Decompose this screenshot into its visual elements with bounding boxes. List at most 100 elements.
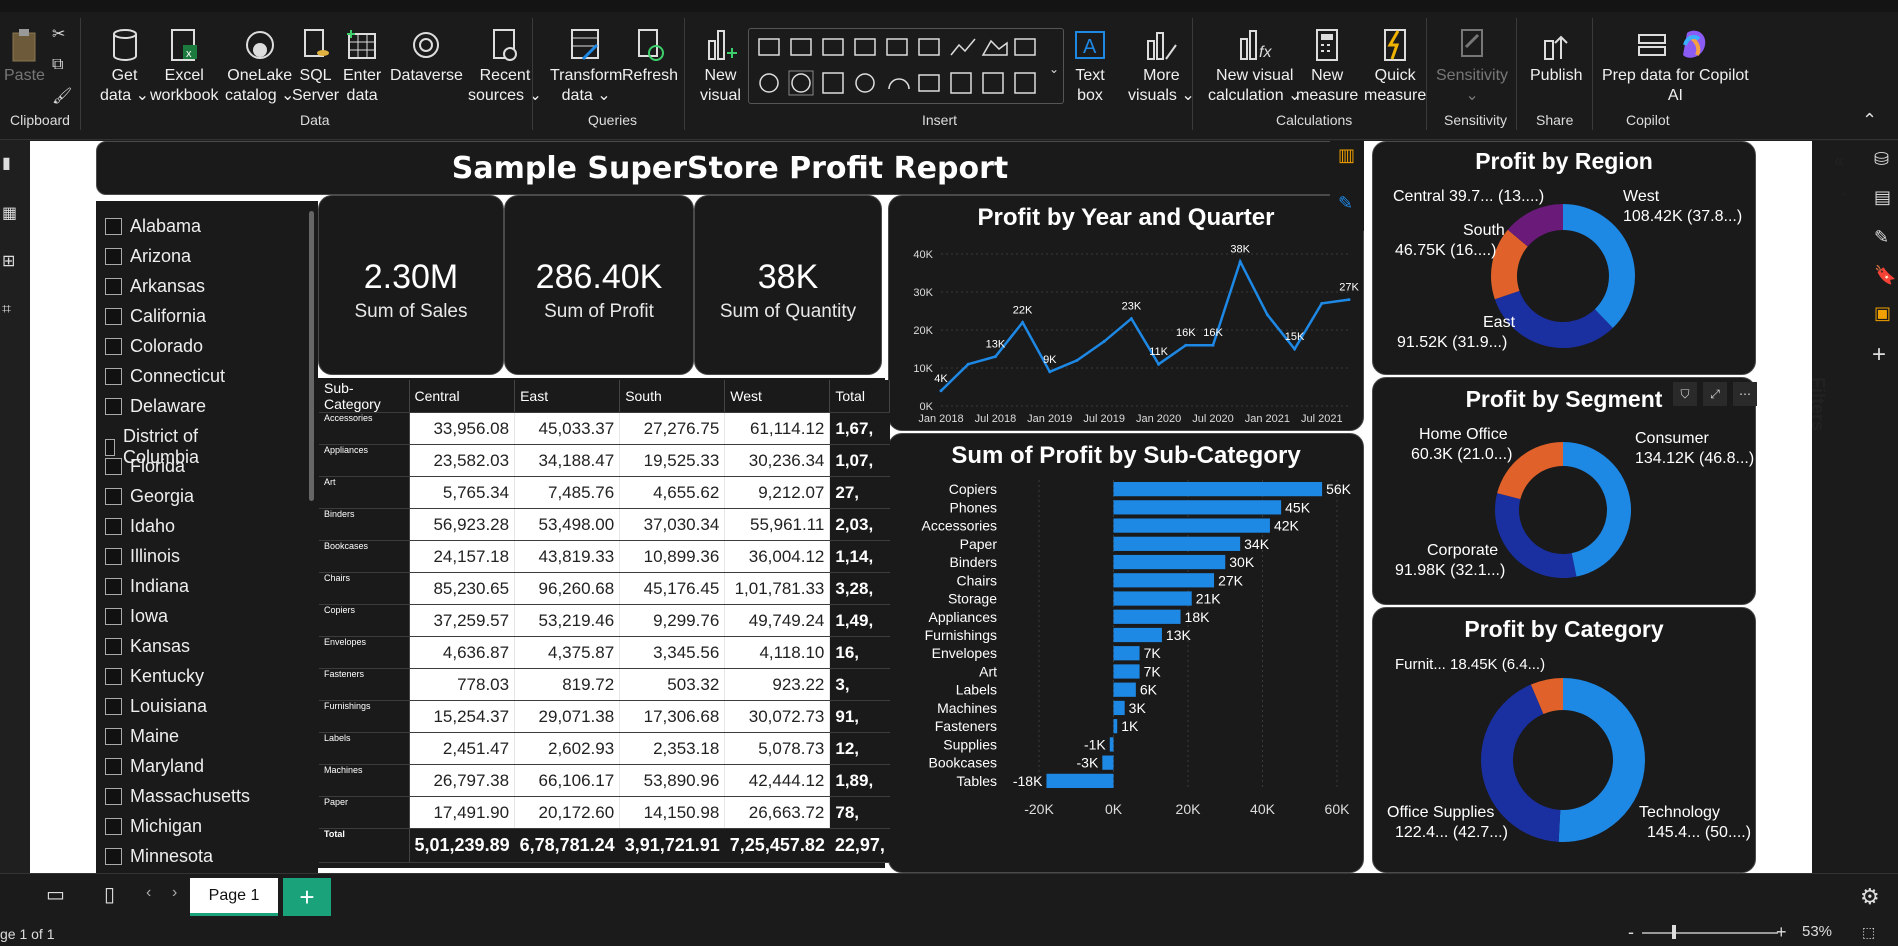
mobile-layout-icon[interactable]: ▯: [104, 882, 115, 907]
slicer-item[interactable]: Alabama: [105, 216, 201, 237]
collapse-ribbon-icon[interactable]: ⌃: [1862, 110, 1877, 131]
excel-workbook-button[interactable]: x Excel workbook: [150, 26, 218, 106]
selection-pane-icon[interactable]: ▣: [1874, 303, 1891, 324]
slicer-item[interactable]: Georgia: [105, 486, 194, 507]
slicer-item[interactable]: Colorado: [105, 336, 203, 357]
slicer-item[interactable]: Connecticut: [105, 366, 225, 387]
new-measure-button[interactable]: New measure: [1296, 26, 1358, 106]
data-pane-icon[interactable]: ⛁: [1874, 149, 1889, 170]
model-view-icon[interactable]: ⊞: [2, 251, 15, 271]
checkbox[interactable]: [105, 278, 122, 295]
collapse-filters-icon[interactable]: «: [1834, 151, 1844, 172]
onelake-button[interactable]: OneLake catalog ⌄: [225, 26, 294, 106]
chart-icon[interactable]: ▥: [1338, 145, 1355, 166]
slicer-item[interactable]: Indiana: [105, 576, 189, 597]
checkbox[interactable]: [105, 728, 122, 745]
text-box-button[interactable]: A Text box: [1072, 26, 1108, 106]
slicer-item[interactable]: Kentucky: [105, 666, 204, 687]
format-brush-icon[interactable]: ✎: [1338, 193, 1353, 214]
publish-button[interactable]: Publish: [1530, 26, 1582, 86]
checkbox[interactable]: [105, 518, 122, 535]
checkbox[interactable]: [105, 458, 122, 475]
sql-server-button[interactable]: SQL Server: [292, 26, 339, 106]
prev-page-icon[interactable]: ‹: [146, 884, 151, 902]
checkbox[interactable]: [105, 308, 122, 325]
checkbox[interactable]: [105, 788, 122, 805]
more-options-icon[interactable]: ⋯: [1733, 382, 1757, 406]
checkbox[interactable]: [105, 758, 122, 775]
filters-pane-label[interactable]: Filters: [1807, 377, 1828, 431]
slicer-item[interactable]: Florida: [105, 456, 185, 477]
checkbox[interactable]: [105, 848, 122, 865]
add-pane-icon[interactable]: +: [1872, 341, 1886, 369]
paste-button[interactable]: Paste: [4, 26, 45, 86]
slicer-item[interactable]: Massachusetts: [105, 786, 250, 807]
get-data-button[interactable]: Get data ⌄: [100, 26, 149, 106]
refresh-button[interactable]: Refresh: [622, 26, 678, 86]
checkbox[interactable]: [105, 578, 122, 595]
slice[interactable]: [1558, 678, 1646, 842]
checkbox[interactable]: [105, 668, 122, 685]
zoom-slider[interactable]: [1642, 932, 1778, 934]
bookmark-icon[interactable]: 🔖: [1874, 265, 1896, 286]
line-chart[interactable]: 0K 10K 20K 30K 40K Jan 2018 Jul 2018 Jan 2019 Ju…: [889, 234, 1365, 430]
slice[interactable]: [1563, 442, 1631, 577]
new-visual-button[interactable]: New visual: [700, 26, 741, 106]
slicer-item[interactable]: Michigan: [105, 816, 202, 837]
column-header[interactable]: South: [619, 380, 726, 413]
checkbox[interactable]: [105, 398, 122, 415]
focus-mode-icon[interactable]: ⤢: [1703, 382, 1727, 406]
format-pane-icon[interactable]: ✎: [1874, 227, 1889, 248]
checkbox[interactable]: [105, 548, 122, 565]
checkbox[interactable]: [105, 698, 122, 715]
checkbox[interactable]: [105, 488, 122, 505]
report-view-icon[interactable]: ▮: [2, 153, 11, 173]
next-page-icon[interactable]: ›: [172, 884, 177, 902]
transform-data-button[interactable]: Transform data ⌄: [550, 26, 622, 106]
table-view-icon[interactable]: ▦: [2, 203, 17, 223]
bar-chart[interactable]: -20K 0K 20K 40K 60K Copiers 56K Phones 45K Access…: [889, 472, 1365, 872]
slicer-item[interactable]: California: [105, 306, 206, 327]
visualizations-pane-icon[interactable]: ▤: [1874, 187, 1891, 208]
slicer-item[interactable]: Iowa: [105, 606, 168, 627]
new-visual-calculation-button[interactable]: fx New visual calculation ⌄: [1208, 26, 1301, 106]
sensitivity-button[interactable]: Sensitivity ⌄: [1436, 26, 1508, 106]
copy-icon[interactable]: ⧉: [52, 56, 63, 74]
recent-sources-button[interactable]: Recent sources ⌄: [468, 26, 542, 106]
slicer-item[interactable]: Maine: [105, 726, 179, 747]
more-visuals-button[interactable]: More visuals ⌄: [1128, 26, 1195, 106]
column-header[interactable]: East: [514, 380, 621, 413]
checkbox[interactable]: [105, 438, 115, 456]
zoom-thumb[interactable]: [1672, 925, 1676, 939]
checkbox[interactable]: [105, 368, 122, 385]
enter-data-button[interactable]: Enter data: [343, 26, 381, 106]
slicer-item[interactable]: Arizona: [105, 246, 191, 267]
fit-to-page-icon[interactable]: ⬚: [1862, 924, 1875, 941]
visual-gallery-icons[interactable]: ⌄: [749, 29, 1065, 105]
checkbox[interactable]: [105, 218, 122, 235]
column-header[interactable]: Central: [409, 380, 516, 413]
slicer-item[interactable]: Idaho: [105, 516, 175, 537]
slicer-item[interactable]: Illinois: [105, 546, 180, 567]
slicer-item[interactable]: Minnesota: [105, 846, 213, 867]
format-painter-icon[interactable]: 🖌: [52, 86, 72, 106]
quick-measure-button[interactable]: Quick measure: [1364, 26, 1426, 106]
slice[interactable]: [1495, 493, 1577, 578]
slicer-scrollbar[interactable]: [309, 211, 314, 501]
prep-data-copilot-button[interactable]: Prep data for Copilot AI: [1602, 26, 1749, 106]
visual-gallery[interactable]: ⌄: [748, 28, 1064, 104]
column-header[interactable]: West: [724, 380, 831, 413]
column-header[interactable]: Total: [829, 380, 891, 413]
slicer-item[interactable]: Kansas: [105, 636, 190, 657]
cut-icon[interactable]: ✂: [52, 24, 65, 44]
checkbox[interactable]: [105, 638, 122, 655]
checkbox[interactable]: [105, 818, 122, 835]
zoom-out-icon[interactable]: -: [1628, 922, 1634, 943]
page-tab[interactable]: Page 1: [190, 878, 278, 916]
zoom-in-icon[interactable]: +: [1776, 922, 1787, 943]
add-page-button[interactable]: +: [283, 878, 331, 916]
checkbox[interactable]: [105, 608, 122, 625]
slicer-item[interactable]: Delaware: [105, 396, 206, 417]
slicer-item[interactable]: Louisiana: [105, 696, 207, 717]
dataverse-button[interactable]: Dataverse: [390, 26, 463, 86]
